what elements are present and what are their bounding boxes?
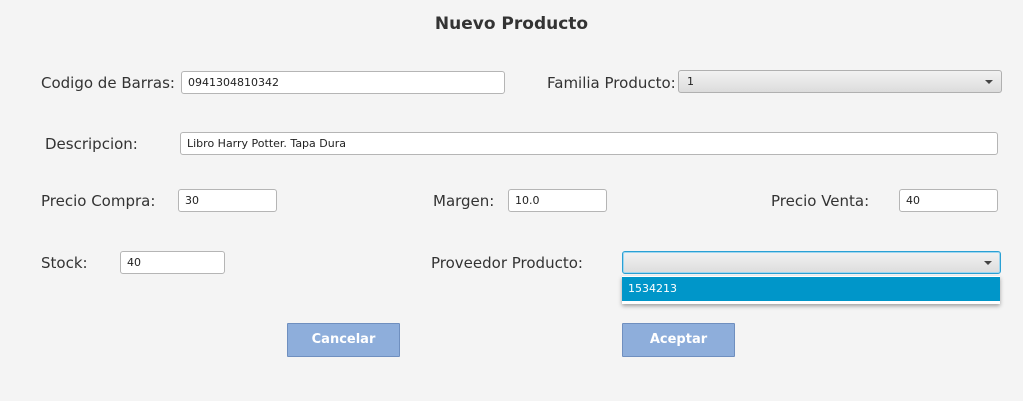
chevron-down-icon <box>984 261 992 265</box>
codigo-label: Codigo de Barras: <box>41 74 175 92</box>
cancel-button[interactable]: Cancelar <box>287 323 400 357</box>
margen-label: Margen: <box>433 192 495 210</box>
descripcion-label: Descripcion: <box>45 135 138 153</box>
precio-compra-input[interactable]: 30 <box>178 189 277 212</box>
chevron-down-icon <box>985 80 993 84</box>
precio-compra-label: Precio Compra: <box>41 192 156 210</box>
proveedor-dropdown-list: 1534213 <box>622 276 1000 304</box>
form-title: Nuevo Producto <box>434 14 589 34</box>
precio-venta-label: Precio Venta: <box>771 192 870 210</box>
codigo-input[interactable]: 0941304810342 <box>181 71 505 94</box>
familia-combo[interactable]: 1 <box>678 70 1002 93</box>
accept-button[interactable]: Aceptar <box>622 323 735 357</box>
precio-venta-input[interactable]: 40 <box>899 189 998 212</box>
familia-label: Familia Producto: <box>547 74 676 92</box>
margen-input[interactable]: 10.0 <box>508 189 607 212</box>
proveedor-combo[interactable] <box>622 251 1001 274</box>
descripcion-input[interactable]: Libro Harry Potter. Tapa Dura <box>180 132 998 155</box>
familia-combo-value: 1 <box>687 75 694 88</box>
stock-input[interactable]: 40 <box>120 251 225 274</box>
proveedor-label: Proveedor Producto: <box>431 254 583 272</box>
stock-label: Stock: <box>41 254 88 272</box>
proveedor-option[interactable]: 1534213 <box>622 277 1000 301</box>
